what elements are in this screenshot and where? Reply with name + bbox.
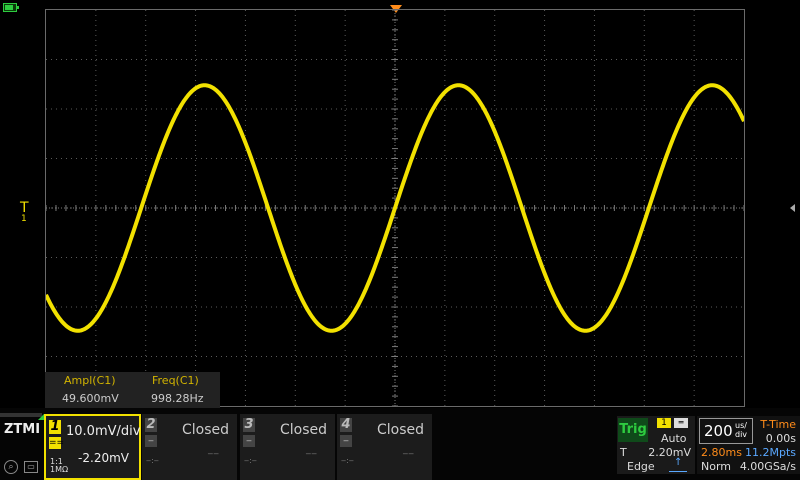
channel-1-panel[interactable]: 1 == 10.0mV/div -2.20mV 1:1 1MΩ: [44, 414, 141, 480]
freq-value: 998.28Hz: [151, 392, 204, 405]
trigger-button[interactable]: Trig: [618, 418, 648, 442]
sample-rate: 4.00GSa/s: [739, 460, 796, 473]
dc-coupling-icon: ==: [49, 437, 65, 449]
trigger-level-channel: 1: [21, 214, 27, 224]
timebase-scale-box[interactable]: 200 us/div: [699, 418, 753, 444]
battery-icon: [3, 3, 19, 12]
channel-3-panel[interactable]: 3 ‒ Closed ‒:‒ ‒‒: [240, 414, 335, 480]
channel-1-number: 1: [49, 419, 61, 434]
channel-3-status: Closed: [280, 422, 328, 438]
channel-1-scale: 10.0mV/div: [66, 424, 141, 439]
trigger-source: 1: [657, 418, 671, 428]
timebase-unit-bottom: div: [735, 430, 748, 439]
timebase-panel[interactable]: 200 us/div T-Time 0.00s 2.80ms 11.2Mpts …: [697, 416, 800, 474]
trigger-mode: Auto: [661, 432, 687, 445]
channel-4-panel[interactable]: 4 ‒ Closed ‒:‒ ‒‒: [337, 414, 432, 480]
channel-1-impedance: 1:1 1MΩ: [50, 457, 69, 474]
timebase-unit-top: us/: [735, 421, 747, 430]
channel-4-probe: ‒:‒: [341, 456, 354, 465]
channel-3-coupling: ‒: [243, 435, 255, 447]
channel-4-status: Closed: [377, 422, 425, 438]
trigger-level-value: 2.20mV: [648, 446, 691, 459]
screenshot-icon[interactable]: ▭: [24, 461, 38, 473]
channel-4-coupling: ‒: [340, 435, 352, 447]
zoom-icon[interactable]: ⌕: [4, 460, 18, 474]
record-length: 2.80ms: [701, 446, 742, 459]
channel-3-offset: ‒‒: [305, 449, 317, 459]
logo-bar: [0, 413, 42, 417]
chevron-left-icon[interactable]: [790, 204, 795, 212]
channel-2-probe: ‒:‒: [146, 456, 159, 465]
channel-2-coupling: ‒: [145, 435, 157, 447]
trigger-level-marker[interactable]: T1: [20, 201, 29, 224]
channel-2-offset: ‒‒: [207, 449, 219, 459]
memory-depth: 11.2Mpts: [744, 446, 796, 459]
channel-2-status: Closed: [182, 422, 230, 438]
acquisition-mode: Norm: [701, 460, 732, 473]
t-time-value: 0.00s: [765, 432, 796, 445]
rising-edge-icon: [669, 457, 687, 472]
trigger-level-label: T: [620, 446, 627, 459]
timebase-value: 200: [704, 422, 733, 440]
channel-1-waveform: [46, 83, 744, 333]
brand-logo[interactable]: ZTMI: [4, 422, 40, 437]
channel-4-number: 4: [340, 417, 352, 432]
ampl-label: Ampl(C1): [64, 374, 116, 387]
channel-3-number: 3: [243, 417, 255, 432]
channel-4-offset: ‒‒: [402, 449, 414, 459]
channel-3-probe: ‒:‒: [244, 456, 257, 465]
trigger-panel[interactable]: Trig 1 ═ Auto T 2.20mV Edge: [617, 416, 695, 474]
freq-label: Freq(C1): [152, 374, 199, 387]
dc-coupling-icon: ═: [674, 418, 688, 428]
graticule: [46, 10, 744, 406]
channel-2-number: 2: [145, 417, 157, 432]
trigger-type: Edge: [627, 460, 655, 473]
timebase-unit: us/div: [735, 421, 747, 439]
channel-1-offset: -2.20mV: [78, 451, 129, 465]
ampl-value: 49.600mV: [62, 392, 119, 405]
waveform-display[interactable]: [45, 9, 745, 407]
channel-2-panel[interactable]: 2 ‒ Closed ‒:‒ ‒‒: [142, 414, 237, 480]
measurement-panel[interactable]: Ampl(C1) Freq(C1) 49.600mV 998.28Hz: [45, 372, 220, 408]
t-time-label: T-Time: [760, 418, 796, 431]
